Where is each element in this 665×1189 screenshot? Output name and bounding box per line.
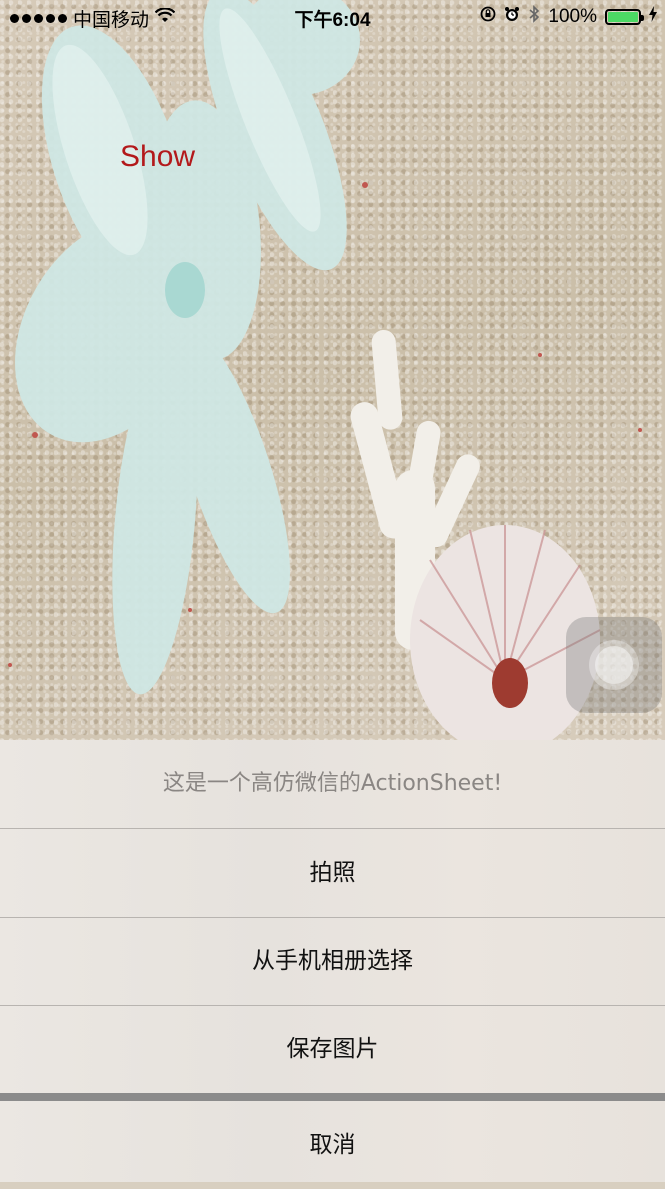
take-photo-button[interactable]: 拍照 bbox=[0, 829, 665, 918]
battery-percent: 100% bbox=[548, 6, 597, 27]
bluetooth-icon bbox=[528, 5, 540, 29]
choose-from-album-button[interactable]: 从手机相册选择 bbox=[0, 917, 665, 1006]
battery-icon bbox=[605, 9, 644, 25]
status-bar: 中国移动 下午6:04 100% bbox=[0, 0, 665, 34]
cancel-button[interactable]: 取消 bbox=[0, 1101, 665, 1182]
orientation-lock-icon bbox=[480, 6, 496, 28]
save-image-button[interactable]: 保存图片 bbox=[0, 1005, 665, 1093]
action-sheet: 这是一个高仿微信的ActionSheet! 拍照 从手机相册选择 保存图片 取消 bbox=[0, 740, 665, 1182]
assistive-touch-button[interactable] bbox=[566, 617, 662, 713]
section-divider bbox=[0, 1093, 665, 1101]
alarm-icon bbox=[504, 6, 520, 28]
action-sheet-title: 这是一个高仿微信的ActionSheet! bbox=[0, 740, 665, 829]
show-button[interactable]: Show bbox=[120, 140, 195, 174]
status-right: 100% bbox=[480, 5, 657, 29]
charging-icon bbox=[649, 6, 657, 28]
